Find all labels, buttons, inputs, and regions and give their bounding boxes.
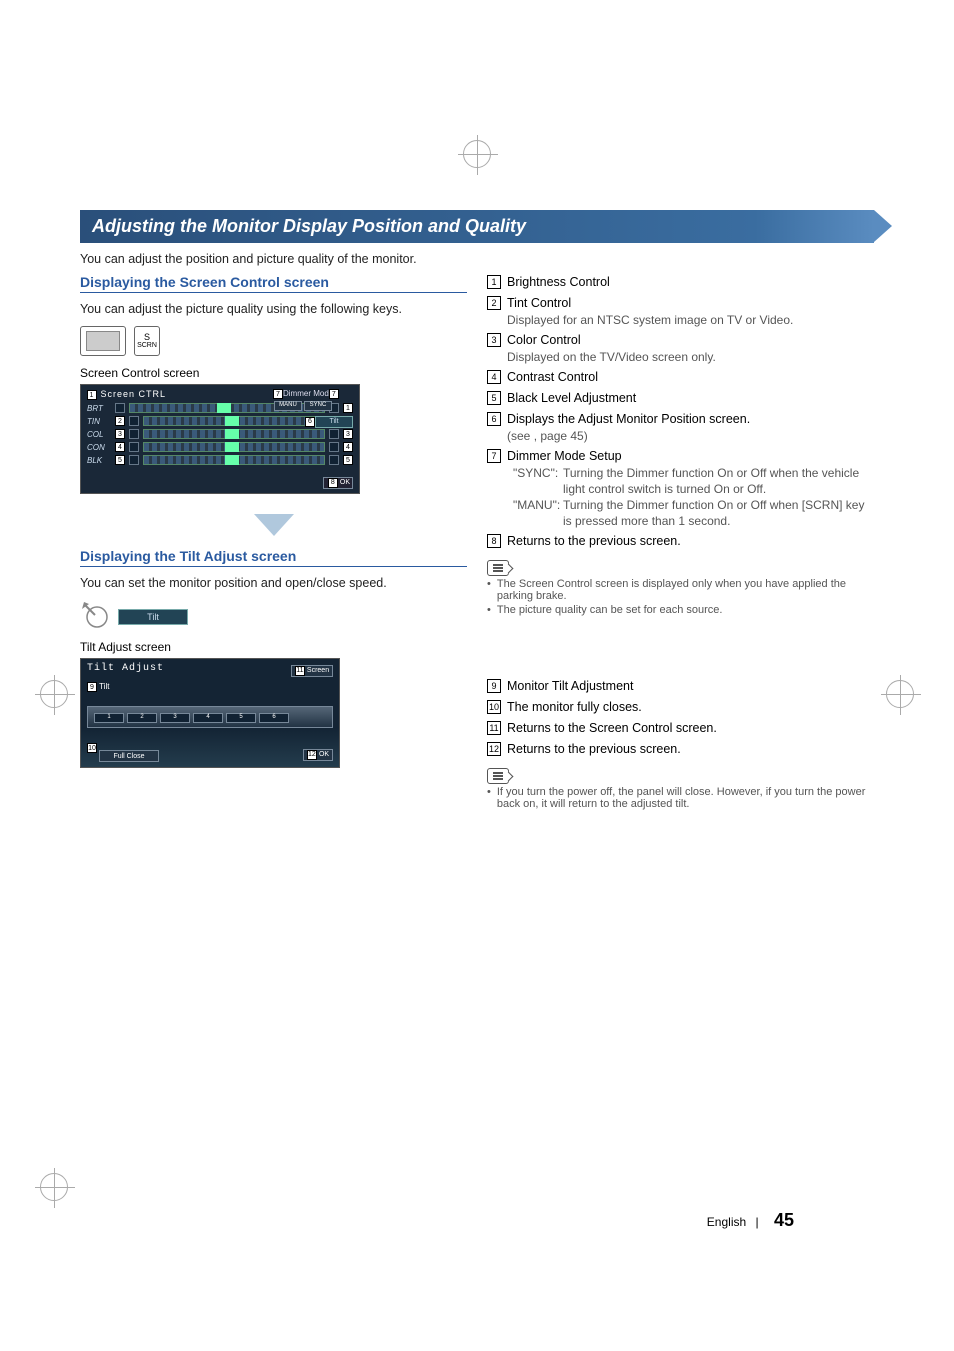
page-footer: English | 45 <box>707 1210 794 1231</box>
callout-number: 1 <box>487 275 501 289</box>
desc-item: 12Returns to the previous screen. <box>487 741 874 758</box>
note-item: •The Screen Control screen is displayed … <box>487 578 874 602</box>
callout-9: 9 <box>87 682 97 692</box>
screen-button-ss2: 11Screen <box>291 665 333 677</box>
tilt-soft-button: Tilt <box>118 609 188 625</box>
right-column: 1Brightness Control 2Tint ControlDisplaye… <box>487 274 874 812</box>
screenshot-tilt-adjust: Tilt Adjust 11Screen 9 Tilt 1 2 3 4 5 6 … <box>80 658 340 768</box>
col-label: COL <box>87 430 111 439</box>
tilt-label-ss2: Tilt <box>99 682 109 691</box>
arrow-down-icon <box>254 514 294 538</box>
callout-number: 9 <box>487 679 501 693</box>
screenshot-screen-control: 1 Screen CTRL BRT1 TIN22 COL33 CON44 BLK… <box>80 384 360 494</box>
body-tilt-adjust: You can set the monitor position and ope… <box>80 575 467 592</box>
desc-item: 10The monitor fully closes. <box>487 699 874 716</box>
con-label: CON <box>87 443 111 452</box>
tilt-pill: Tilt <box>315 416 353 428</box>
footer-language: English <box>707 1215 746 1229</box>
blk-label: BLK <box>87 456 111 465</box>
desc-item: 8Returns to the previous screen. <box>487 533 874 550</box>
callout-8: 8 <box>328 478 338 488</box>
desc-item: 4Contrast Control <box>487 369 874 386</box>
desc-item: 5Black Level Adjustment <box>487 390 874 407</box>
manual-page: Adjusting the Monitor Display Position a… <box>0 0 954 1351</box>
note-icon <box>487 768 509 784</box>
desc-item: 11Returns to the Screen Control screen. <box>487 720 874 737</box>
callout-4: 4 <box>115 442 125 452</box>
note-item: •The picture quality can be set for each… <box>487 604 874 616</box>
callout-number: 8 <box>487 534 501 548</box>
sync-pill: SYNC <box>304 401 332 411</box>
footer-page-number: 45 <box>774 1210 794 1230</box>
callout-number: 10 <box>487 700 501 714</box>
callout-5b: 5 <box>343 455 353 465</box>
desc-item: 6Displays the Adjust Monitor Position sc… <box>487 411 874 444</box>
callout-number: 2 <box>487 296 501 310</box>
callout-number: 4 <box>487 370 501 384</box>
key-s-label: S <box>144 332 150 342</box>
callout-number: 5 <box>487 391 501 405</box>
ok-button-ss1: 8OK <box>323 477 353 489</box>
tin-label: TIN <box>87 417 111 426</box>
left-column-1: Displaying the Screen Control screen You… <box>80 274 467 812</box>
dimmer-label: Dimmer Mod <box>283 389 329 398</box>
caption-tilt-adjust: Tilt Adjust screen <box>80 640 467 654</box>
manu-pill: MANU <box>274 401 302 411</box>
desc-item: 1Brightness Control <box>487 274 874 291</box>
section-intro: You can adjust the position and picture … <box>80 251 874 268</box>
callout-7b: 7 <box>329 389 339 399</box>
note-icon <box>487 560 509 576</box>
description-list-1: 1Brightness Control 2Tint ControlDisplaye… <box>487 274 874 550</box>
touch-icon <box>80 600 110 630</box>
brt-label: BRT <box>87 404 111 413</box>
full-close-button: Full Close <box>99 750 159 762</box>
callout-number: 12 <box>487 742 501 756</box>
callout-3: 3 <box>115 429 125 439</box>
subheading-tilt-adjust: Displaying the Tilt Adjust screen <box>80 548 467 567</box>
callout-number: 3 <box>487 333 501 347</box>
section-banner: Adjusting the Monitor Display Position a… <box>80 210 874 243</box>
callout-10: 10 <box>87 743 97 753</box>
caption-screen-control: Screen Control screen <box>80 366 467 380</box>
note-item: •If you turn the power off, the panel wi… <box>487 786 874 810</box>
callout-number: 6 <box>487 412 501 426</box>
callout-1: 1 <box>87 390 97 400</box>
desc-item: 2Tint ControlDisplayed for an NTSC syste… <box>487 295 874 328</box>
callout-number: 7 <box>487 449 501 463</box>
description-list-2: 9Monitor Tilt Adjustment 10The monitor fu… <box>487 678 874 758</box>
callout-6: 6 <box>305 417 315 427</box>
callout-number: 11 <box>487 721 501 735</box>
callout-7: 7 <box>273 389 283 399</box>
key-scrn-label: SCRN <box>137 342 157 349</box>
desc-item: 9Monitor Tilt Adjustment <box>487 678 874 695</box>
callout-3b: 3 <box>343 429 353 439</box>
desc-item: 3Color ControlDisplayed on the TV/Video … <box>487 332 874 365</box>
callout-4b: 4 <box>343 442 353 452</box>
hardware-key-scrn: S SCRN <box>134 326 160 356</box>
body-screen-control: You can adjust the picture quality using… <box>80 301 467 318</box>
callout-2: 2 <box>115 416 125 426</box>
callout-5: 5 <box>115 455 125 465</box>
hardware-key-blank <box>80 326 126 356</box>
subheading-screen-control: Displaying the Screen Control screen <box>80 274 467 293</box>
callout-11: 11 <box>295 666 305 676</box>
section-title: Adjusting the Monitor Display Position a… <box>92 216 526 236</box>
desc-item: 7Dimmer Mode Setup"SYNC":Turning the Dim… <box>487 448 874 530</box>
